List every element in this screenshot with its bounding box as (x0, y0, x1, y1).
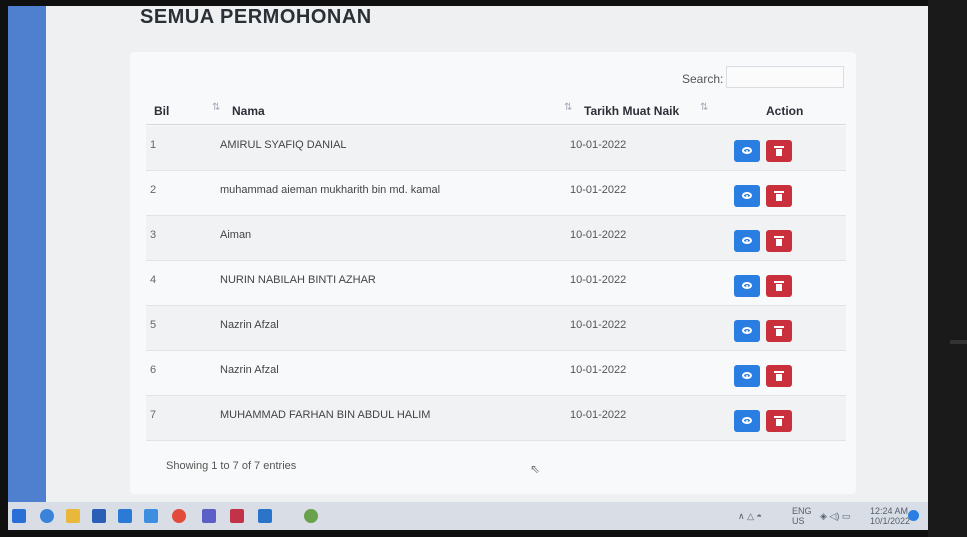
trash-icon (774, 236, 784, 246)
table-card: Search: Bil ⇅ Nama ⇅ Tarikh Muat Naik ⇅ … (130, 52, 856, 494)
row-name: AMIRUL SYAFIQ DANIAL (220, 139, 347, 151)
eye-icon (742, 327, 752, 334)
row-date: 10-01-2022 (570, 319, 627, 331)
view-button[interactable] (734, 410, 760, 432)
monitor-bezel (928, 0, 967, 537)
column-header-bil[interactable]: Bil (154, 104, 169, 118)
row-name: NURIN NABILAH BINTI AZHAR (220, 274, 376, 286)
notification-icon[interactable] (908, 510, 919, 521)
view-button[interactable] (734, 140, 760, 162)
page-title: SEMUA PERMOHONAN (140, 6, 372, 28)
table-row: 2 muhammad aieman mukharith bin md. kama… (146, 171, 846, 216)
trash-icon (774, 191, 784, 201)
time-label: 12:24 AM (870, 506, 909, 516)
clock[interactable]: 12:24 AM 10/1/2022 (870, 506, 910, 526)
eye-icon (742, 282, 752, 289)
file-explorer-icon[interactable] (66, 509, 80, 523)
row-date: 10-01-2022 (570, 139, 627, 151)
search-icon[interactable] (40, 509, 54, 523)
view-button[interactable] (734, 365, 760, 387)
delete-button[interactable] (766, 230, 792, 252)
table-row: 1 AMIRUL SYAFIQ DANIAL 10-01-2022 (146, 126, 846, 171)
row-name: Aiman (220, 229, 252, 241)
row-number: 3 (150, 229, 157, 241)
row-date: 10-01-2022 (570, 229, 627, 241)
column-header-action: Action (766, 104, 804, 118)
table-row: 7 MUHAMMAD FARHAN BIN ABDUL HALIM 10-01-… (146, 396, 846, 441)
row-name: Nazrin Afzal (220, 364, 279, 376)
table-row: 3 Aiman 10-01-2022 (146, 216, 846, 261)
word-icon[interactable] (202, 509, 216, 523)
column-header-nama[interactable]: Nama (232, 104, 265, 118)
store-icon[interactable] (118, 509, 132, 523)
tray-chevron-icon[interactable]: ∧ △ ◓ (738, 511, 762, 521)
row-name: muhammad aieman mukharith bin md. kamal (220, 184, 441, 196)
entries-info: Showing 1 to 7 of 7 entries (166, 460, 297, 472)
trash-icon (774, 146, 784, 156)
row-date: 10-01-2022 (570, 364, 627, 376)
table-row: 6 Nazrin Afzal 10-01-2022 (146, 351, 846, 396)
sidebar (8, 6, 46, 506)
sort-icon[interactable]: ⇅ (212, 102, 220, 113)
delete-button[interactable] (766, 275, 792, 297)
delete-button[interactable] (766, 320, 792, 342)
media-player-icon[interactable] (304, 509, 318, 523)
sort-icon[interactable]: ⇅ (564, 102, 572, 113)
delete-button[interactable] (766, 365, 792, 387)
eye-icon (742, 372, 752, 379)
delete-button[interactable] (766, 185, 792, 207)
bezel-edge (950, 340, 967, 344)
row-date: 10-01-2022 (570, 274, 627, 286)
row-number: 7 (150, 409, 157, 421)
trash-icon (774, 371, 784, 381)
eye-icon (742, 147, 752, 154)
language-indicator[interactable]: ENG US (792, 506, 812, 526)
row-number: 5 (150, 319, 157, 331)
view-button[interactable] (734, 185, 760, 207)
monitor-screen: SEMUA PERMOHONAN Search: Bil ⇅ Nama ⇅ Ta… (8, 6, 928, 530)
language-label: ENG (792, 506, 812, 516)
region-label: US (792, 516, 805, 526)
network-volume-battery-icon[interactable]: ◈ ◁) ▭ (820, 511, 850, 521)
eye-icon (742, 417, 752, 424)
search-label: Search: (682, 72, 724, 86)
mail-icon[interactable] (92, 509, 106, 523)
date-label: 10/1/2022 (870, 516, 911, 526)
delete-button[interactable] (766, 410, 792, 432)
row-name: Nazrin Afzal (220, 319, 279, 331)
column-header-tarikh[interactable]: Tarikh Muat Naik (584, 104, 679, 118)
teams-icon[interactable] (172, 509, 186, 523)
row-date: 10-01-2022 (570, 184, 627, 196)
table-row: 5 Nazrin Afzal 10-01-2022 (146, 306, 846, 351)
eye-icon (742, 237, 752, 244)
taskbar: ∧ △ ◓ ENG US ◈ ◁) ▭ 12:24 AM 10/1/2022 (8, 502, 928, 530)
row-number: 1 (150, 139, 157, 151)
row-number: 6 (150, 364, 157, 376)
photos-icon[interactable] (258, 509, 272, 523)
search-input[interactable] (726, 66, 844, 88)
row-number: 4 (150, 274, 157, 286)
outlook-icon[interactable] (230, 509, 244, 523)
header-divider (146, 124, 846, 125)
view-button[interactable] (734, 275, 760, 297)
sort-icon[interactable]: ⇅ (700, 102, 708, 113)
windows-icon[interactable] (12, 509, 26, 523)
view-button[interactable] (734, 320, 760, 342)
view-button[interactable] (734, 230, 760, 252)
chrome-icon[interactable] (144, 509, 158, 523)
row-date: 10-01-2022 (570, 409, 627, 421)
trash-icon (774, 281, 784, 291)
eye-icon (742, 192, 752, 199)
table-row: 4 NURIN NABILAH BINTI AZHAR 10-01-2022 (146, 261, 846, 306)
delete-button[interactable] (766, 140, 792, 162)
trash-icon (774, 416, 784, 426)
row-number: 2 (150, 184, 157, 196)
trash-icon (774, 326, 784, 336)
row-name: MUHAMMAD FARHAN BIN ABDUL HALIM (220, 409, 431, 421)
mouse-cursor-icon: ⇖ (530, 462, 541, 476)
